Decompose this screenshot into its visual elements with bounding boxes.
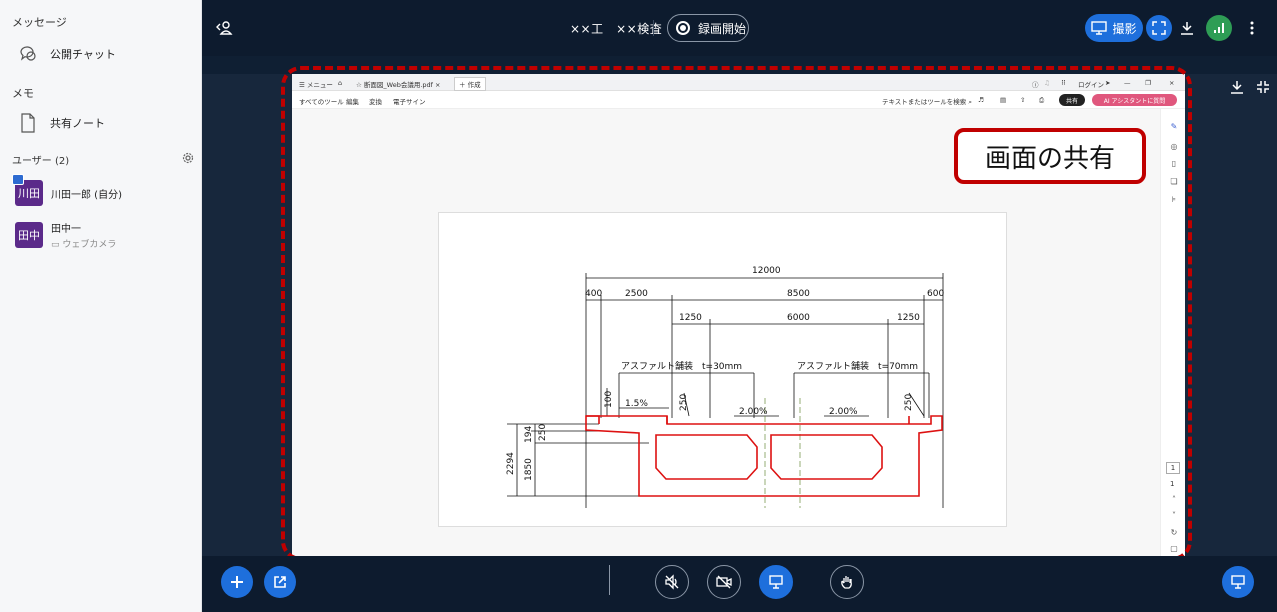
user-item[interactable]: 川田 川田一郎 (自分) [0, 174, 202, 211]
meeting-title: ××工 ××検査 [570, 22, 663, 36]
signal-bars-icon [1214, 23, 1224, 33]
camera-share-button[interactable]: 撮影 [1085, 14, 1143, 42]
monitor-icon [769, 575, 783, 589]
users-heading: ユーザー (2) [12, 156, 70, 167]
avatar: 川田 [12, 174, 43, 206]
record-label: 録画開始 [698, 21, 747, 36]
avatar-initials: 田中 [18, 229, 40, 242]
add-button[interactable] [221, 566, 253, 598]
sidebar-item-label: 共有ノート [50, 117, 105, 130]
chat-icon [18, 44, 38, 64]
user-sub-label: ウェブカメラ [62, 240, 117, 250]
download-icon[interactable] [1178, 19, 1196, 37]
camera-label: 撮影 [1112, 21, 1137, 36]
sidebar: メッセージ 公開チャット メモ 共有ノート ユーザー (2) 川田 川田一郎 (… [0, 0, 202, 612]
download-presentation-icon[interactable] [1230, 79, 1244, 94]
sidebar-item-shared-note[interactable]: 共有ノート [0, 108, 202, 138]
expand-icon [1152, 21, 1166, 35]
external-link-icon [274, 576, 286, 588]
record-icon [676, 21, 690, 35]
gear-icon[interactable] [181, 150, 195, 164]
connection-status-button[interactable] [1206, 15, 1232, 41]
top-bar: ××工 ××検査 録画開始 撮影 [202, 0, 1277, 56]
user-webcam-status: ▭ ウェブカメラ [51, 237, 116, 250]
user-name: 川田一郎 (自分) [51, 189, 122, 201]
monitor-icon [1231, 575, 1245, 589]
presentation-toggle-button[interactable] [1222, 566, 1254, 598]
messages-heading: メッセージ [12, 16, 67, 29]
sidebar-item-label: 公開チャット [50, 48, 116, 61]
note-icon [18, 113, 38, 133]
raise-hand-button[interactable] [830, 565, 864, 599]
record-button[interactable]: 録画開始 [667, 14, 749, 42]
mute-audio-button[interactable] [655, 565, 689, 599]
screen-share-button[interactable] [759, 565, 793, 599]
camera-off-button[interactable] [707, 565, 741, 599]
fullscreen-button[interactable] [1146, 15, 1172, 41]
monitor-icon [1091, 21, 1108, 35]
screen-share-callout: 画面の共有 [954, 128, 1146, 184]
user-name: 田中一 [51, 224, 81, 235]
memo-heading: メモ [12, 87, 34, 100]
external-link-button[interactable] [264, 566, 296, 598]
minimize-presentation-icon[interactable] [1256, 79, 1270, 93]
user-item[interactable]: 田中 田中一 ▭ ウェブカメラ [0, 217, 202, 253]
webcam-icon: ▭ [51, 240, 63, 250]
sidebar-item-public-chat[interactable]: 公開チャット [0, 39, 202, 69]
more-options-icon[interactable] [1243, 19, 1261, 37]
hand-icon [841, 576, 852, 589]
video-off-icon [716, 575, 732, 589]
speaker-muted-icon [665, 574, 679, 590]
divider [609, 565, 610, 595]
avatar-initials: 川田 [18, 187, 40, 200]
toggle-users-icon[interactable] [214, 18, 234, 38]
avatar: 田中 [15, 222, 43, 248]
divider [653, 20, 654, 36]
chat-badge-icon [12, 174, 24, 185]
plus-icon [231, 576, 243, 588]
